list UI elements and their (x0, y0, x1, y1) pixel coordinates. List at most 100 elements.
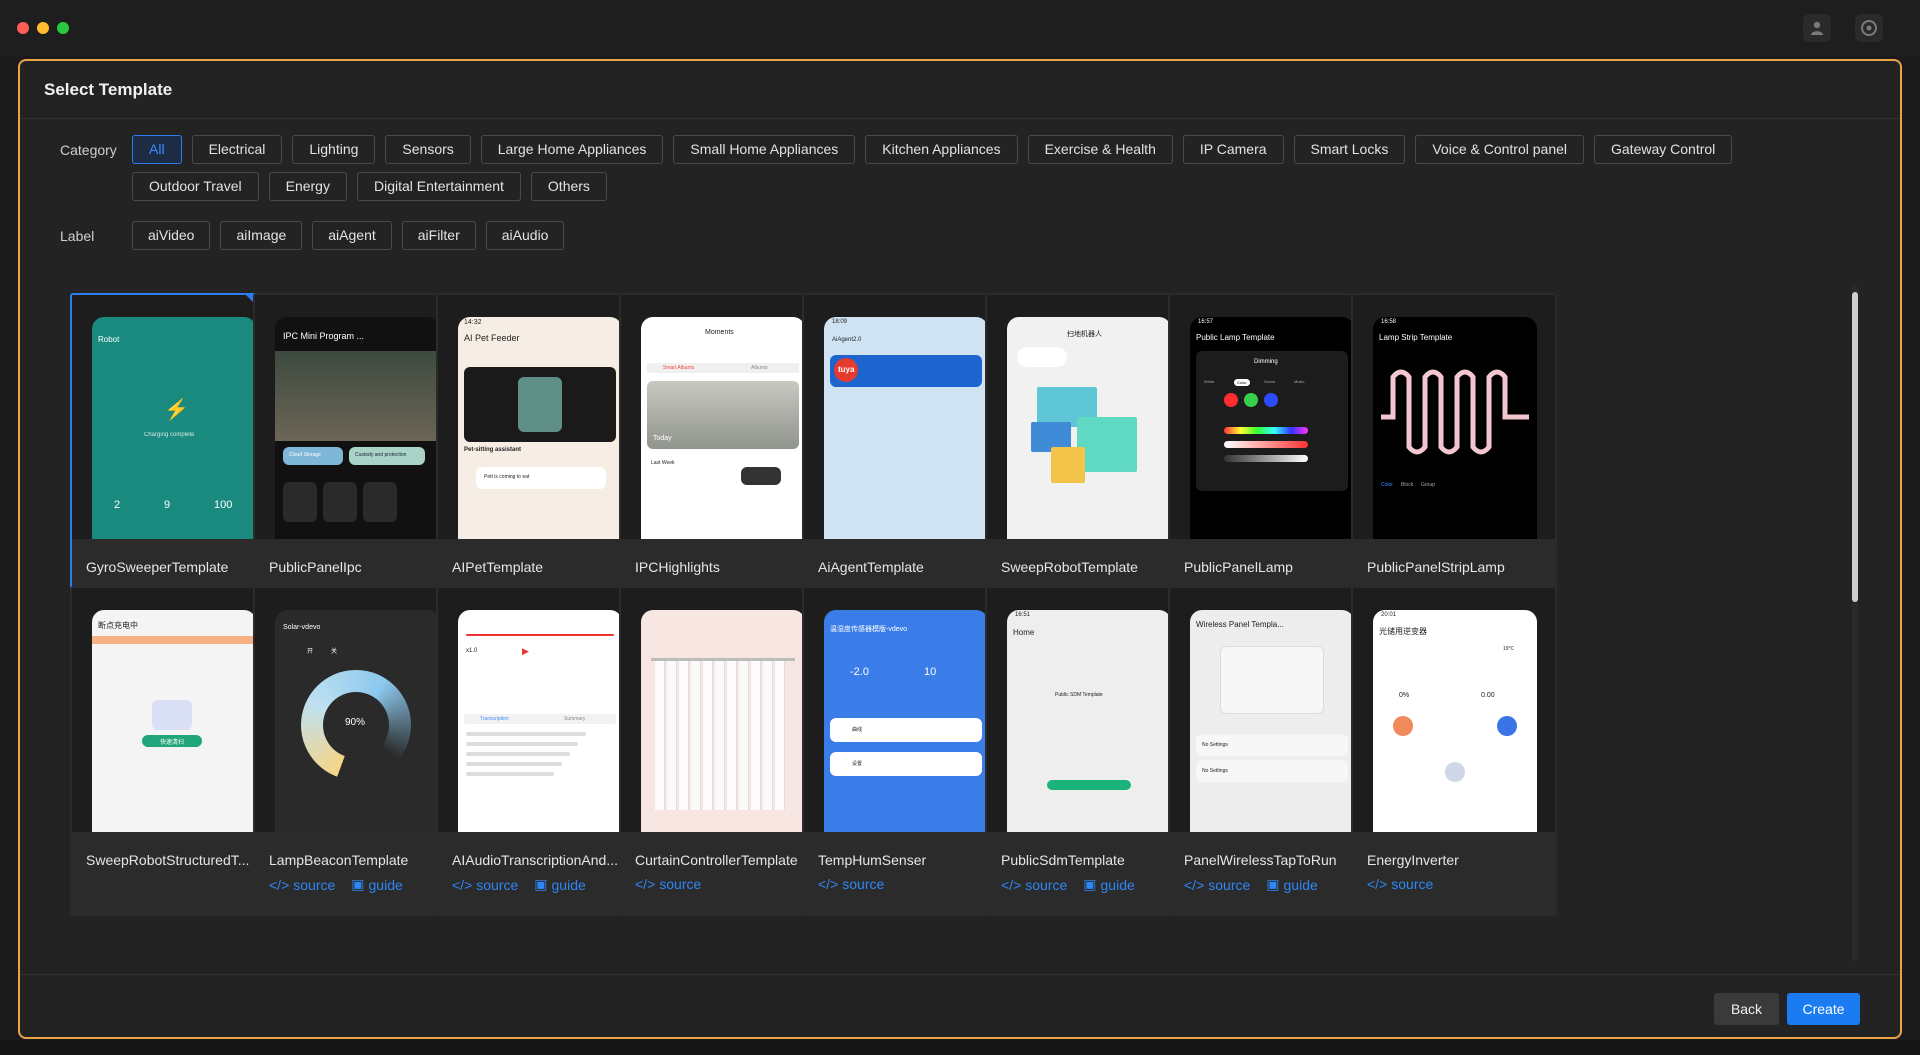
source-link[interactable]: </>source (452, 876, 518, 893)
category-chip[interactable]: Smart Locks (1293, 135, 1406, 164)
preview-row-label: No Settings (1202, 742, 1228, 748)
template-name: AIPetTemplate (452, 559, 544, 575)
template-card[interactable]: 温湿度传感器模版-vdevo -2.0 10 曲线 设置 TempHumSenser </>… (802, 586, 1008, 916)
template-name: TempHumSenser (818, 852, 927, 868)
scrollbar-thumb[interactable] (1852, 292, 1858, 602)
progress-line (466, 634, 614, 636)
source-link[interactable]: </>source (269, 876, 335, 893)
code-icon: </> (818, 876, 839, 892)
source-link[interactable]: </>source (818, 876, 884, 892)
category-chip[interactable]: Exercise & Health (1027, 135, 1173, 164)
curtain-panel (739, 660, 749, 810)
transcript-line (466, 762, 562, 766)
template-name: PublicPanelIpc (269, 559, 362, 575)
template-thumbnail: 20:01 光储用逆变器 19°C 0% 0.00 (1353, 588, 1555, 832)
template-card[interactable]: 20:01 光储用逆变器 19°C 0% 0.00 EnergyInverter </> so… (1351, 586, 1557, 916)
source-link[interactable]: </>source (1184, 876, 1250, 893)
template-preview-phone: Moments Smart Albums Albums Today Last Week (641, 317, 805, 539)
preview-pill (1017, 347, 1067, 367)
category-chip[interactable]: Sensors (385, 135, 471, 164)
template-thumbnail: 断点充电中 快速清扫 (72, 588, 274, 832)
template-card[interactable]: 16:58 Lamp Strip Template Color Block Group P… (1351, 293, 1557, 623)
category-chip[interactable]: Energy (268, 172, 347, 201)
window-titlebar (0, 0, 1920, 56)
preview-title: Robot (98, 335, 120, 344)
template-grid: Robot⚡Charging complete29100✓GyroSweeper… (60, 285, 1860, 961)
book-icon: ▣ (1266, 876, 1280, 892)
curtain-panel (655, 660, 665, 810)
template-card[interactable]: CurtainControllerTemplate </> source (619, 586, 825, 916)
help-icon[interactable] (1855, 14, 1883, 42)
create-button[interactable]: Create (1787, 993, 1860, 1025)
template-card[interactable]: Solar-vdevo 开 关 90% LampBeaconTemplate </> sou… (253, 586, 459, 916)
label-chip[interactable]: aiVideo (132, 221, 211, 250)
category-chip[interactable]: Lighting (292, 135, 376, 164)
guide-link[interactable]: ▣guide (351, 876, 403, 893)
category-chip[interactable]: Large Home Appliances (480, 135, 664, 164)
category-chip[interactable]: Gateway Control (1594, 135, 1733, 164)
category-chip[interactable]: Outdoor Travel (132, 172, 259, 201)
template-card[interactable]: 16:51 Home Public SDM Template PublicSdmTem… (985, 586, 1191, 916)
category-chip[interactable]: Kitchen Appliances (865, 135, 1018, 164)
preview-time: 20:01 (1381, 612, 1397, 618)
preview-time: 16:57 (1198, 319, 1214, 325)
preview-button-label: Custody and protection (355, 452, 407, 458)
category-chip[interactable]: Digital Entertainment (356, 172, 521, 201)
template-name: AIAudioTranscriptionAnd... (452, 852, 619, 868)
category-chip[interactable]: IP Camera (1182, 135, 1284, 164)
category-chip[interactable]: Electrical (191, 135, 283, 164)
template-preview-phone: 温湿度传感器模版-vdevo -2.0 10 曲线 设置 (824, 610, 988, 832)
guide-link[interactable]: ▣guide (1083, 876, 1135, 893)
map-room (1051, 447, 1085, 483)
template-thumbnail: Moments Smart Albums Albums Today Last Week (621, 295, 823, 539)
template-name: LampBeaconTemplate (269, 852, 409, 868)
dialog-title: Select Template (44, 79, 173, 99)
guide-link[interactable]: ▣guide (534, 876, 586, 893)
book-icon: ▣ (534, 876, 548, 892)
source-link[interactable]: </>source (1001, 876, 1067, 893)
category-chip[interactable]: Others (530, 172, 607, 201)
user-icon[interactable] (1803, 14, 1831, 42)
template-card[interactable]: 扫地机器人SweepRobotTemplate</>source▣guide (985, 293, 1191, 623)
preview-title: AI Pet Feeder (464, 333, 520, 343)
template-name: PublicSdmTemplate (1001, 852, 1125, 868)
minimize-window-button[interactable] (37, 22, 49, 34)
source-link[interactable]: </>source (1367, 876, 1433, 892)
template-thumbnail: 温湿度传感器模版-vdevo -2.0 10 曲线 设置 (804, 588, 1006, 832)
back-button[interactable]: Back (1714, 993, 1779, 1025)
preview-mode: Scene (1264, 379, 1276, 384)
template-card[interactable]: 14:32 AI Pet Feeder Pet-sitting assistant P… (436, 293, 642, 623)
zoom-window-button[interactable] (57, 22, 69, 34)
close-window-button[interactable] (17, 22, 29, 34)
template-links: </>source ▣guide (452, 876, 626, 893)
template-card[interactable]: 16:57 Public Lamp Template Dimming White Col… (1168, 293, 1374, 623)
template-card[interactable]: Wireless Panel Templa... No Settings No Se… (1168, 586, 1374, 916)
template-card[interactable]: x1.0 ▶ Transcription Summary AIAudioTranscri… (436, 586, 642, 916)
source-link[interactable]: </>source (635, 876, 701, 892)
template-links: </>source (1367, 876, 1541, 892)
template-card[interactable]: Moments Smart Albums Albums Today Last Week I… (619, 293, 825, 623)
label-chip[interactable]: aiFilter (401, 221, 476, 250)
label-chip[interactable]: aiAgent (312, 221, 392, 250)
label-chip[interactable]: aiAudio (485, 221, 565, 250)
bolt-icon: ⚡ (164, 399, 189, 421)
curtain-panel (727, 660, 737, 810)
camera-feed (275, 351, 439, 441)
template-name: EnergyInverter (1367, 852, 1459, 868)
template-card[interactable]: IPC Mini Program ... Cloud Storage Custody… (253, 293, 459, 623)
source-link-label: source (842, 876, 885, 892)
preview-bubble: Pett is coming to eat (484, 474, 530, 480)
preview-title: Wireless Panel Templa... (1196, 620, 1284, 629)
category-chip[interactable]: Small Home Appliances (673, 135, 856, 164)
category-chip[interactable]: Voice & Control panel (1415, 135, 1584, 164)
transcript-line (466, 772, 554, 776)
preview-toggle: 开 (307, 649, 314, 655)
template-card[interactable]: 18:09AiAgent2.0tuyaAiAgentTemplate</>sou… (802, 293, 1008, 623)
label-chip[interactable]: aiImage (220, 221, 303, 250)
template-card[interactable]: 断点充电中 快速清扫 SweepRobotStructuredT... (70, 586, 276, 916)
category-chip[interactable]: All (132, 135, 182, 164)
preview-tab: Summary (564, 716, 586, 722)
grid-scrollbar[interactable] (1852, 286, 1858, 961)
template-card[interactable]: Robot⚡Charging complete29100✓GyroSweeper… (70, 293, 276, 623)
guide-link[interactable]: ▣guide (1266, 876, 1318, 893)
